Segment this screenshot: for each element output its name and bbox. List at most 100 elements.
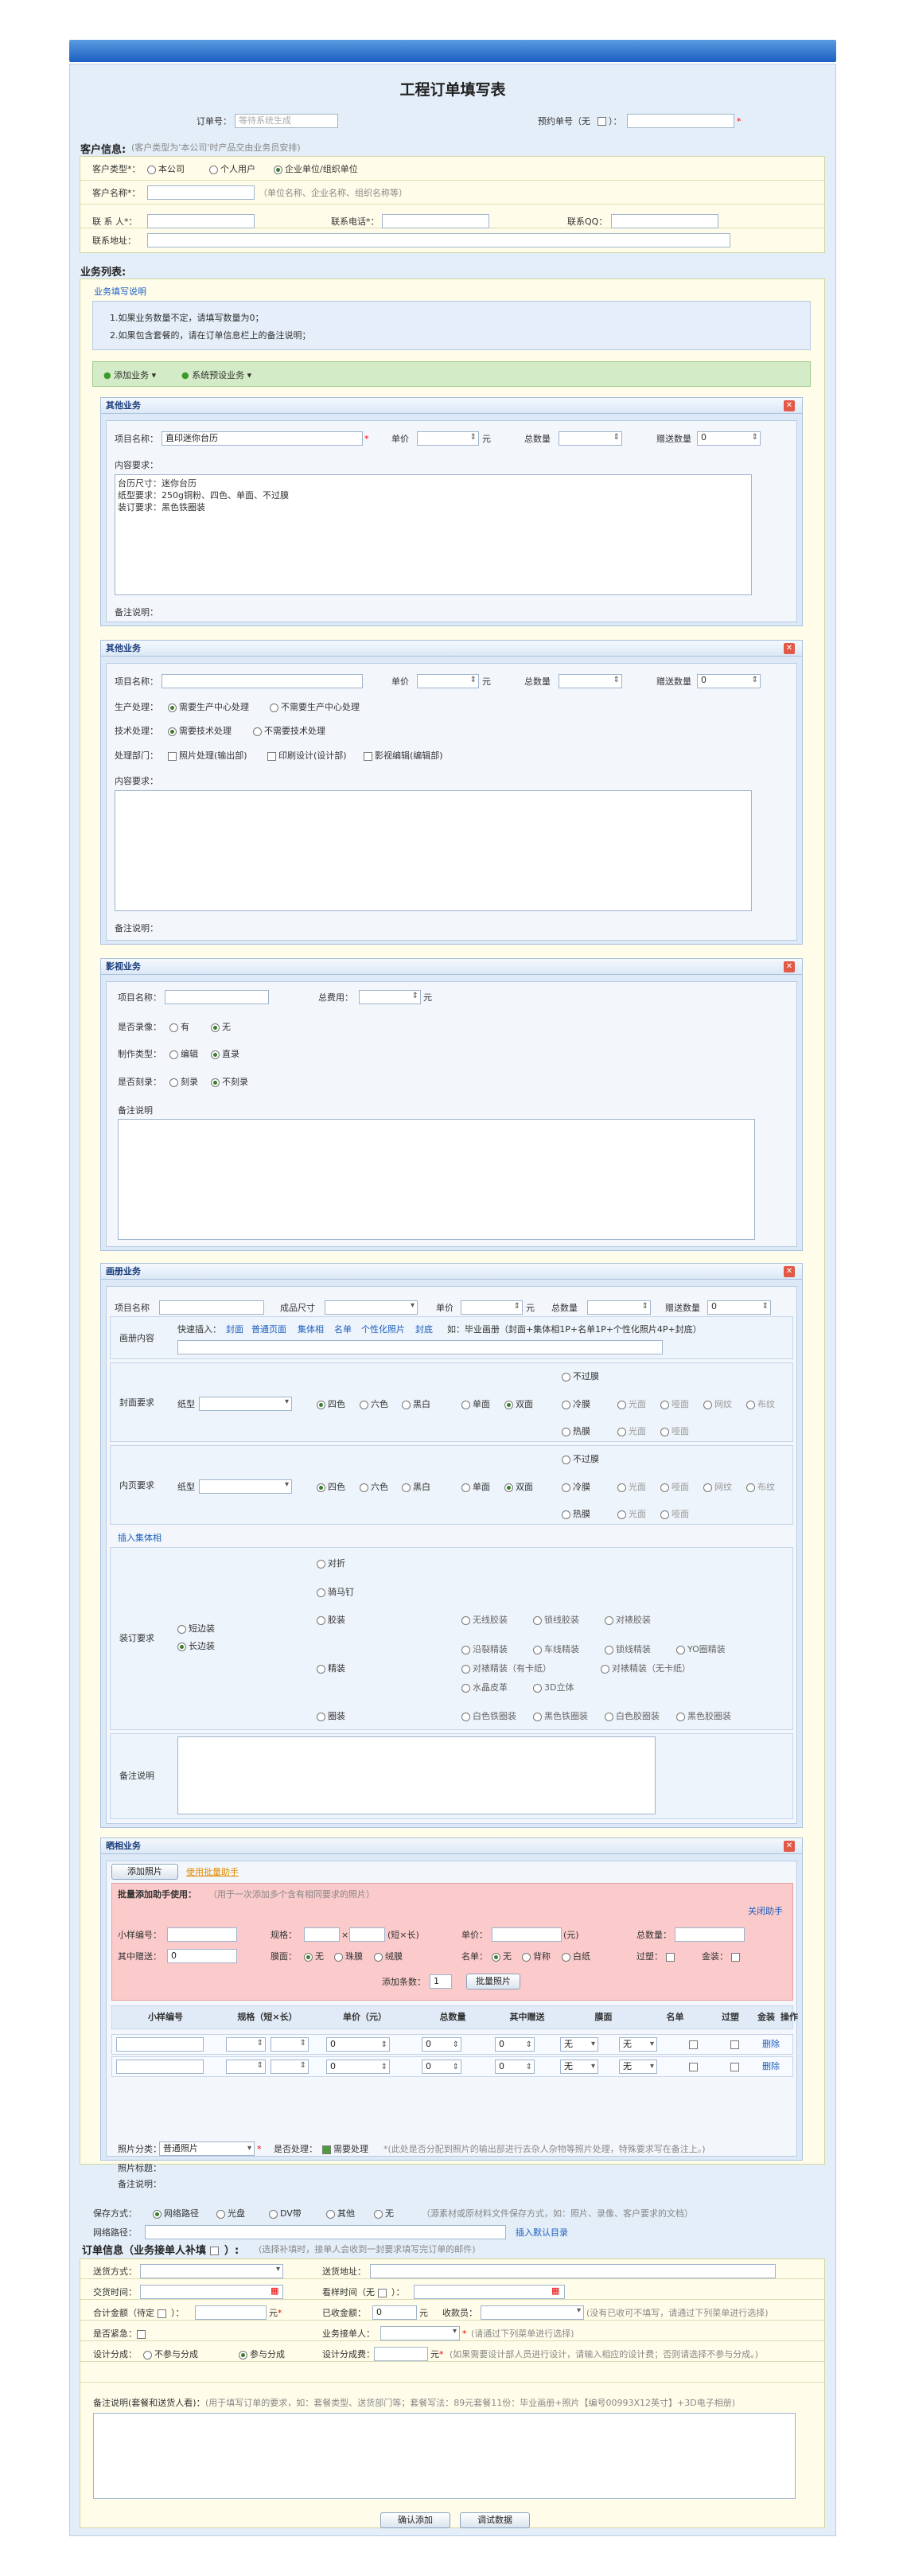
close-icon[interactable]: ✕ xyxy=(784,961,795,972)
bulk-photo-button[interactable]: 批量照片 xyxy=(466,1974,520,1989)
film-opt[interactable]: 哑面 xyxy=(660,1482,689,1493)
row-price-input[interactable]: 0 xyxy=(326,2060,390,2074)
row-spec-short-input[interactable] xyxy=(226,2060,266,2074)
short-edge-radio[interactable]: 短边装 xyxy=(177,1623,215,1635)
record-no-radio[interactable]: 无 xyxy=(211,1022,231,1033)
long-edge-radio[interactable]: 长边装 xyxy=(177,1641,215,1652)
count-input[interactable]: 1 xyxy=(430,1974,452,1989)
gift-input[interactable]: 0 xyxy=(707,1300,771,1315)
film-velvet[interactable]: 绒膜 xyxy=(374,1951,403,1962)
laminate-checkbox[interactable]: 过塑： xyxy=(636,1951,677,1962)
quick-insert-back[interactable]: 封底 xyxy=(415,1324,433,1335)
design-share-yes[interactable]: 参与分成 xyxy=(239,2349,285,2360)
name-white[interactable]: 白纸 xyxy=(562,1951,590,1962)
quick-insert-cover[interactable]: 封面 xyxy=(226,1324,243,1335)
collector-select[interactable] xyxy=(481,2305,584,2320)
album-remark-textarea[interactable] xyxy=(177,1736,656,1814)
hard-opt[interactable]: 对裱精装（有卡纸） xyxy=(461,1663,551,1674)
save-dv-radio[interactable]: DV带 xyxy=(269,2208,302,2219)
deliver-address-input[interactable] xyxy=(370,2264,776,2278)
ring-opt[interactable]: 白色胶圈装 xyxy=(605,1711,660,1722)
row-laminate-checkbox[interactable] xyxy=(689,2063,698,2071)
inner-no-film[interactable]: 不过膜 xyxy=(562,1454,599,1465)
ring-opt[interactable]: 黑色胶圈装 xyxy=(676,1711,731,1722)
glue-opt[interactable]: 对裱胶装 xyxy=(605,1615,651,1626)
cover-paper-select[interactable] xyxy=(199,1397,292,1411)
dept-photo-checkbox[interactable]: 照片处理(输出部) xyxy=(168,750,247,762)
production-yes-radio[interactable]: 需要生产中心处理 xyxy=(168,702,249,713)
project-name-input[interactable]: 直印迷你台历 xyxy=(162,431,363,446)
hard-opt[interactable]: 水晶皮革 xyxy=(461,1682,508,1693)
inner-paper-select[interactable] xyxy=(199,1479,292,1494)
save-network-radio[interactable]: 网络路径 xyxy=(153,2208,199,2219)
row-laminate-checkbox[interactable] xyxy=(689,2040,698,2049)
burn-no-radio[interactable]: 不刻录 xyxy=(211,1077,248,1088)
bind-ring[interactable]: 圈装 xyxy=(317,1711,345,1722)
customer-type-company[interactable]: 本公司 xyxy=(147,164,185,175)
album-content-input[interactable] xyxy=(177,1340,663,1354)
phone-input[interactable] xyxy=(382,214,489,228)
bind-hardcover[interactable]: 精装 xyxy=(317,1663,345,1674)
hard-opt[interactable]: YO圈精装 xyxy=(676,1644,726,1655)
row-spec-long-input[interactable] xyxy=(271,2037,309,2052)
confirm-add-button[interactable]: 确认添加 xyxy=(380,2512,450,2528)
inner-hot-film[interactable]: 热膜 xyxy=(562,1509,590,1520)
insert-default-dir-link[interactable]: 插入默认目录 xyxy=(516,2227,568,2239)
row-film-select[interactable]: 无 xyxy=(560,2037,598,2052)
taker-select[interactable] xyxy=(380,2326,460,2340)
film-opt[interactable]: 网纹 xyxy=(703,1482,732,1493)
price-input[interactable] xyxy=(417,431,479,446)
business-guide-link[interactable]: 业务填写说明 xyxy=(94,286,146,298)
pre-order-none-checkbox[interactable] xyxy=(598,117,606,126)
inner-color-bw[interactable]: 黑白 xyxy=(402,1482,430,1493)
insert-group-photo-link[interactable]: 插入集体相 xyxy=(118,1533,162,1544)
film-opt[interactable]: 光面 xyxy=(617,1426,646,1437)
price-input[interactable] xyxy=(461,1300,523,1315)
row-gift-input[interactable]: 0 xyxy=(495,2037,535,2052)
bind-fold[interactable]: 对折 xyxy=(317,1558,345,1569)
inner-double-side[interactable]: 双面 xyxy=(504,1482,533,1493)
inner-color-4[interactable]: 四色 xyxy=(317,1482,345,1493)
make-edit-radio[interactable]: 编辑 xyxy=(169,1049,198,1060)
hard-opt[interactable]: 3D立体 xyxy=(533,1682,574,1693)
project-name-input[interactable] xyxy=(165,990,269,1004)
cover-cold-film[interactable]: 冷膜 xyxy=(562,1399,590,1410)
save-cd-radio[interactable]: 光盘 xyxy=(216,2208,245,2219)
row-delete-link[interactable]: 删除 xyxy=(762,2061,780,2072)
gift-input[interactable]: 0 xyxy=(697,431,761,446)
cover-single-side[interactable]: 单面 xyxy=(461,1399,490,1410)
hard-opt[interactable]: 对裱精装（无卡纸） xyxy=(601,1663,691,1674)
delivery-time-input[interactable] xyxy=(140,2285,283,2299)
qq-input[interactable] xyxy=(611,214,718,228)
ring-opt[interactable]: 白色铁圈装 xyxy=(461,1711,516,1722)
contact-input[interactable] xyxy=(147,214,255,228)
row-name-select[interactable]: 无 xyxy=(619,2060,657,2074)
row-gold-checkbox[interactable] xyxy=(730,2063,739,2071)
spec-short-input[interactable] xyxy=(304,1927,340,1942)
design-share-no[interactable]: 不参与分成 xyxy=(143,2349,198,2360)
inner-cold-film[interactable]: 冷膜 xyxy=(562,1482,590,1493)
row-film-select[interactable]: 无 xyxy=(560,2060,598,2074)
row-gold-checkbox[interactable] xyxy=(730,2040,739,2049)
amount-input[interactable] xyxy=(195,2305,267,2320)
row-total-input[interactable]: 0 xyxy=(422,2060,461,2074)
name-none[interactable]: 无 xyxy=(492,1951,512,1962)
row-total-input[interactable]: 0 xyxy=(422,2037,461,2052)
cover-double-side[interactable]: 双面 xyxy=(504,1399,533,1410)
film-opt[interactable]: 光面 xyxy=(617,1482,646,1493)
film-opt[interactable]: 哑面 xyxy=(660,1399,689,1410)
row-spec-short-input[interactable] xyxy=(226,2037,266,2052)
photo-category-select[interactable]: 普通照片 xyxy=(159,2141,255,2156)
deliver-select[interactable] xyxy=(140,2264,283,2278)
small-no-input[interactable] xyxy=(167,1927,237,1942)
tech-yes-radio[interactable]: 需要技术处理 xyxy=(168,726,232,737)
bind-glue[interactable]: 胶装 xyxy=(317,1615,345,1626)
hard-opt[interactable]: 车线精装 xyxy=(533,1644,579,1655)
pre-order-input[interactable] xyxy=(627,114,734,128)
cover-color-4[interactable]: 四色 xyxy=(317,1399,345,1410)
total-input[interactable] xyxy=(559,431,622,446)
glue-opt[interactable]: 无线胶装 xyxy=(461,1615,508,1626)
name-back[interactable]: 背称 xyxy=(522,1951,551,1962)
close-icon[interactable]: ✕ xyxy=(784,643,795,654)
cover-color-6[interactable]: 六色 xyxy=(360,1399,388,1410)
